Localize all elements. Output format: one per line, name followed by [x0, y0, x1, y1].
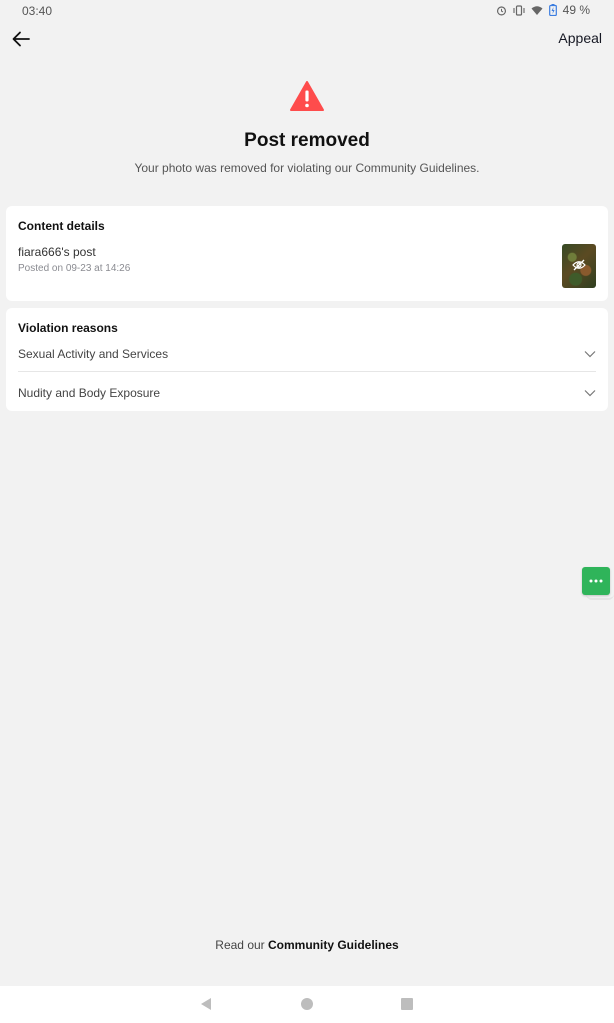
nav-home-circle-icon[interactable] [301, 998, 313, 1010]
violation-reasons-card: Violation reasons Sexual Activity and Se… [6, 308, 608, 411]
violation-item-sexual-activity[interactable]: Sexual Activity and Services [18, 342, 596, 366]
community-guidelines-link[interactable]: Community Guidelines [268, 938, 399, 952]
page-subtitle: Your photo was removed for violating our… [134, 161, 480, 175]
alarm-icon [496, 5, 506, 15]
screen: 03:40 49 % Appeal Post removed Your phot… [0, 0, 614, 1023]
floating-chat-button[interactable] [582, 567, 610, 595]
status-bar: 03:40 49 % [0, 0, 614, 20]
back-button[interactable] [10, 28, 34, 50]
post-date: Posted on 09-23 at 14:26 [18, 263, 131, 274]
chevron-down-icon [584, 351, 596, 358]
chevron-down-icon [584, 390, 596, 397]
more-dots-icon [589, 579, 603, 583]
violation-item-nudity[interactable]: Nudity and Body Exposure [18, 381, 596, 405]
battery-charging-icon [548, 4, 557, 16]
content-details-card: Content details fiara666's post Posted o… [6, 206, 608, 301]
battery-percentage: 49 % [562, 3, 590, 17]
footer-prefix: Read our [215, 938, 268, 952]
footer: Read our Community Guidelines [0, 938, 614, 952]
vibrate-icon [513, 4, 525, 16]
post-thumbnail[interactable] [562, 244, 596, 288]
status-time: 03:40 [22, 4, 53, 18]
violation-item-label: Sexual Activity and Services [18, 347, 169, 361]
status-icons: 49 % [496, 3, 590, 17]
nav-recents-square-icon[interactable] [401, 998, 413, 1010]
nav-back-triangle-icon[interactable] [199, 997, 213, 1011]
post-owner: fiara666's post [18, 245, 96, 259]
navigation-bar [0, 986, 614, 1023]
divider [18, 371, 596, 372]
page-title: Post removed [244, 130, 370, 151]
wifi-icon [531, 5, 543, 15]
violation-item-label: Nudity and Body Exposure [18, 386, 161, 400]
eye-off-icon [572, 259, 586, 271]
arrow-left-icon [12, 31, 30, 47]
warning-triangle-icon [289, 80, 325, 112]
violation-reasons-title: Violation reasons [18, 321, 118, 335]
content-details-title: Content details [18, 219, 105, 233]
appeal-button[interactable]: Appeal [558, 30, 602, 46]
